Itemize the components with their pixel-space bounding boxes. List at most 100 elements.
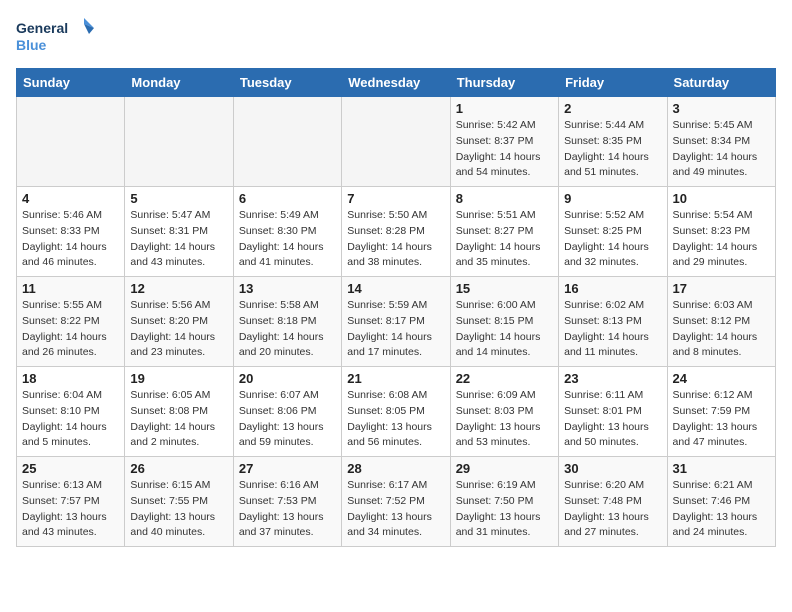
day-info: Sunrise: 6:12 AM Sunset: 7:59 PM Dayligh…: [673, 388, 770, 451]
calendar-week-row: 1 Sunrise: 5:42 AM Sunset: 8:37 PM Daylig…: [17, 97, 776, 187]
day-number: 11: [22, 281, 119, 296]
day-info: Sunrise: 5:42 AM Sunset: 8:37 PM Dayligh…: [456, 118, 553, 181]
calendar-cell: [233, 97, 341, 187]
day-info: Sunrise: 5:47 AM Sunset: 8:31 PM Dayligh…: [130, 208, 227, 271]
calendar-cell: 26Sunrise: 6:15 AM Sunset: 7:55 PM Dayli…: [125, 457, 233, 547]
weekday-header: Friday: [559, 69, 667, 97]
calendar-cell: 7 Sunrise: 5:50 AM Sunset: 8:28 PM Daylig…: [342, 187, 450, 277]
calendar-cell: [17, 97, 125, 187]
day-info: Sunrise: 6:13 AM Sunset: 7:57 PM Dayligh…: [22, 478, 119, 541]
day-info: Sunrise: 5:52 AM Sunset: 8:25 PM Dayligh…: [564, 208, 661, 271]
day-number: 21: [347, 371, 444, 386]
day-number: 10: [673, 191, 770, 206]
calendar-cell: 2 Sunrise: 5:44 AM Sunset: 8:35 PM Daylig…: [559, 97, 667, 187]
day-info: Sunrise: 5:55 AM Sunset: 8:22 PM Dayligh…: [22, 298, 119, 361]
day-info: Sunrise: 6:20 AM Sunset: 7:48 PM Dayligh…: [564, 478, 661, 541]
calendar-cell: 4Sunrise: 5:46 AM Sunset: 8:33 PM Daylig…: [17, 187, 125, 277]
calendar-cell: 9Sunrise: 5:52 AM Sunset: 8:25 PM Daylig…: [559, 187, 667, 277]
calendar-week-row: 4Sunrise: 5:46 AM Sunset: 8:33 PM Daylig…: [17, 187, 776, 277]
logo: General Blue: [16, 16, 96, 56]
day-info: Sunrise: 5:54 AM Sunset: 8:23 PM Dayligh…: [673, 208, 770, 271]
day-info: Sunrise: 5:44 AM Sunset: 8:35 PM Dayligh…: [564, 118, 661, 181]
day-number: 16: [564, 281, 661, 296]
day-info: Sunrise: 6:09 AM Sunset: 8:03 PM Dayligh…: [456, 388, 553, 451]
svg-text:General: General: [16, 20, 68, 36]
day-info: Sunrise: 6:05 AM Sunset: 8:08 PM Dayligh…: [130, 388, 227, 451]
calendar-cell: 21 Sunrise: 6:08 AM Sunset: 8:05 PM Dayli…: [342, 367, 450, 457]
day-number: 5: [130, 191, 227, 206]
day-info: Sunrise: 6:04 AM Sunset: 8:10 PM Dayligh…: [22, 388, 119, 451]
calendar-cell: 30 Sunrise: 6:20 AM Sunset: 7:48 PM Dayli…: [559, 457, 667, 547]
calendar-cell: 16Sunrise: 6:02 AM Sunset: 8:13 PM Dayli…: [559, 277, 667, 367]
day-number: 23: [564, 371, 661, 386]
calendar-week-row: 18 Sunrise: 6:04 AM Sunset: 8:10 PM Dayli…: [17, 367, 776, 457]
day-info: Sunrise: 5:59 AM Sunset: 8:17 PM Dayligh…: [347, 298, 444, 361]
calendar-week-row: 25 Sunrise: 6:13 AM Sunset: 7:57 PM Dayli…: [17, 457, 776, 547]
weekday-header: Tuesday: [233, 69, 341, 97]
logo-svg: General Blue: [16, 16, 96, 56]
day-number: 2: [564, 101, 661, 116]
day-number: 6: [239, 191, 336, 206]
day-number: 26: [130, 461, 227, 476]
calendar-cell: 18 Sunrise: 6:04 AM Sunset: 8:10 PM Dayli…: [17, 367, 125, 457]
day-info: Sunrise: 6:00 AM Sunset: 8:15 PM Dayligh…: [456, 298, 553, 361]
calendar-cell: 10 Sunrise: 5:54 AM Sunset: 8:23 PM Dayli…: [667, 187, 775, 277]
calendar-cell: 13 Sunrise: 5:58 AM Sunset: 8:18 PM Dayli…: [233, 277, 341, 367]
day-number: 27: [239, 461, 336, 476]
day-number: 19: [130, 371, 227, 386]
day-number: 29: [456, 461, 553, 476]
calendar-body: 1 Sunrise: 5:42 AM Sunset: 8:37 PM Daylig…: [17, 97, 776, 547]
calendar-cell: [342, 97, 450, 187]
calendar-table: SundayMondayTuesdayWednesdayThursdayFrid…: [16, 68, 776, 547]
calendar-cell: 17 Sunrise: 6:03 AM Sunset: 8:12 PM Dayli…: [667, 277, 775, 367]
day-info: Sunrise: 6:17 AM Sunset: 7:52 PM Dayligh…: [347, 478, 444, 541]
day-info: Sunrise: 6:16 AM Sunset: 7:53 PM Dayligh…: [239, 478, 336, 541]
calendar-cell: 24 Sunrise: 6:12 AM Sunset: 7:59 PM Dayli…: [667, 367, 775, 457]
calendar-cell: 29 Sunrise: 6:19 AM Sunset: 7:50 PM Dayli…: [450, 457, 558, 547]
day-number: 1: [456, 101, 553, 116]
weekday-header-row: SundayMondayTuesdayWednesdayThursdayFrid…: [17, 69, 776, 97]
svg-text:Blue: Blue: [16, 37, 47, 53]
day-number: 14: [347, 281, 444, 296]
day-number: 18: [22, 371, 119, 386]
calendar-cell: 3 Sunrise: 5:45 AM Sunset: 8:34 PM Daylig…: [667, 97, 775, 187]
calendar-cell: 12Sunrise: 5:56 AM Sunset: 8:20 PM Dayli…: [125, 277, 233, 367]
day-number: 13: [239, 281, 336, 296]
calendar-cell: 8Sunrise: 5:51 AM Sunset: 8:27 PM Daylig…: [450, 187, 558, 277]
day-number: 20: [239, 371, 336, 386]
day-number: 25: [22, 461, 119, 476]
day-info: Sunrise: 6:11 AM Sunset: 8:01 PM Dayligh…: [564, 388, 661, 451]
day-info: Sunrise: 6:03 AM Sunset: 8:12 PM Dayligh…: [673, 298, 770, 361]
day-number: 28: [347, 461, 444, 476]
calendar-cell: 11 Sunrise: 5:55 AM Sunset: 8:22 PM Dayli…: [17, 277, 125, 367]
day-number: 17: [673, 281, 770, 296]
calendar-cell: 28 Sunrise: 6:17 AM Sunset: 7:52 PM Dayli…: [342, 457, 450, 547]
calendar-cell: 20 Sunrise: 6:07 AM Sunset: 8:06 PM Dayli…: [233, 367, 341, 457]
day-number: 22: [456, 371, 553, 386]
weekday-header: Wednesday: [342, 69, 450, 97]
day-number: 24: [673, 371, 770, 386]
day-number: 15: [456, 281, 553, 296]
day-number: 12: [130, 281, 227, 296]
day-info: Sunrise: 5:51 AM Sunset: 8:27 PM Dayligh…: [456, 208, 553, 271]
calendar-cell: 31 Sunrise: 6:21 AM Sunset: 7:46 PM Dayli…: [667, 457, 775, 547]
day-info: Sunrise: 5:45 AM Sunset: 8:34 PM Dayligh…: [673, 118, 770, 181]
day-info: Sunrise: 5:50 AM Sunset: 8:28 PM Dayligh…: [347, 208, 444, 271]
calendar-header: SundayMondayTuesdayWednesdayThursdayFrid…: [17, 69, 776, 97]
weekday-header: Monday: [125, 69, 233, 97]
weekday-header: Saturday: [667, 69, 775, 97]
day-number: 30: [564, 461, 661, 476]
calendar-cell: 19 Sunrise: 6:05 AM Sunset: 8:08 PM Dayli…: [125, 367, 233, 457]
weekday-header: Sunday: [17, 69, 125, 97]
day-info: Sunrise: 5:58 AM Sunset: 8:18 PM Dayligh…: [239, 298, 336, 361]
weekday-header: Thursday: [450, 69, 558, 97]
day-number: 3: [673, 101, 770, 116]
day-info: Sunrise: 6:07 AM Sunset: 8:06 PM Dayligh…: [239, 388, 336, 451]
day-number: 4: [22, 191, 119, 206]
day-info: Sunrise: 6:21 AM Sunset: 7:46 PM Dayligh…: [673, 478, 770, 541]
day-number: 7: [347, 191, 444, 206]
day-info: Sunrise: 6:19 AM Sunset: 7:50 PM Dayligh…: [456, 478, 553, 541]
calendar-cell: 1 Sunrise: 5:42 AM Sunset: 8:37 PM Daylig…: [450, 97, 558, 187]
day-info: Sunrise: 6:08 AM Sunset: 8:05 PM Dayligh…: [347, 388, 444, 451]
day-number: 31: [673, 461, 770, 476]
